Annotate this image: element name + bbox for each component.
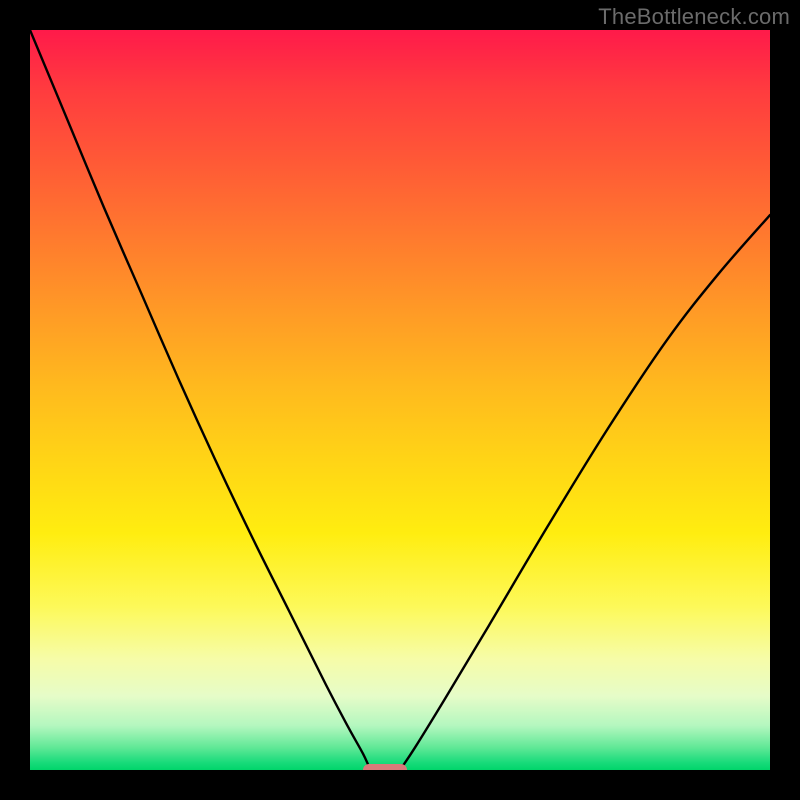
left-curve — [30, 30, 370, 770]
bottleneck-marker — [363, 764, 407, 770]
plot-area — [30, 30, 770, 770]
right-curve — [400, 215, 770, 770]
curves-svg — [30, 30, 770, 770]
watermark-text: TheBottleneck.com — [598, 4, 790, 30]
chart-frame: TheBottleneck.com — [0, 0, 800, 800]
